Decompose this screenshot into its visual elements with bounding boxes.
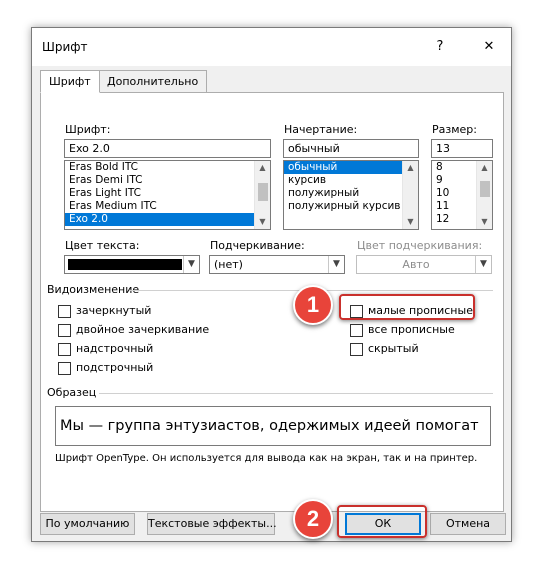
tab-font[interactable]: Шрифт <box>40 70 100 93</box>
underline-value: (нет) <box>214 258 243 271</box>
all-caps-label: все прописные <box>368 323 455 336</box>
list-item[interactable]: полужирный <box>284 187 418 200</box>
list-item[interactable]: полужирный курсив <box>284 200 418 213</box>
highlight-ok <box>337 505 427 538</box>
set-default-button[interactable]: По умолчанию <box>40 513 135 535</box>
all-caps-checkbox[interactable] <box>350 324 363 337</box>
close-icon[interactable]: ✕ <box>474 35 504 59</box>
superscript-checkbox[interactable] <box>58 343 71 356</box>
scroll-up-icon[interactable]: ▲ <box>255 161 270 175</box>
effects-section-label: Видоизменение <box>47 283 140 296</box>
help-icon[interactable]: ? <box>425 35 455 59</box>
double-strikethrough-label: двойное зачеркивание <box>76 323 210 336</box>
preview-section-label: Образец <box>47 386 97 399</box>
underline-color-combo[interactable]: Авто ▼ <box>356 255 492 274</box>
style-list[interactable]: обычный курсив полужирный полужирный кур… <box>283 160 419 230</box>
tab-advanced[interactable]: Дополнительно <box>98 70 208 93</box>
underline-color-value: Авто <box>402 258 430 271</box>
size-label: Размер: <box>432 123 477 136</box>
chevron-down-icon[interactable]: ▼ <box>183 256 199 273</box>
size-list-scrollbar[interactable]: ▲ ▼ <box>476 161 492 229</box>
superscript-label: надстрочный <box>76 342 154 355</box>
font-list-scrollbar[interactable]: ▲ ▼ <box>254 161 270 229</box>
scroll-up-icon[interactable]: ▲ <box>403 161 418 175</box>
list-item-selected[interactable]: Exo 2.0 <box>65 213 270 226</box>
cancel-button[interactable]: Отмена <box>430 513 506 535</box>
list-item[interactable]: Eras Demi ITC <box>65 174 270 187</box>
scroll-down-icon[interactable]: ▼ <box>403 215 418 229</box>
color-swatch <box>68 259 182 270</box>
text-color-label: Цвет текста: <box>65 239 140 252</box>
scroll-up-icon[interactable]: ▲ <box>477 161 492 175</box>
font-dialog: Шрифт ? ✕ Шрифт Дополнительно Шрифт: Exo… <box>31 27 512 542</box>
subscript-checkbox[interactable] <box>58 362 71 375</box>
subscript-label: подстрочный <box>76 361 154 374</box>
scroll-thumb[interactable] <box>258 183 268 201</box>
style-list-scrollbar[interactable]: ▲ ▼ <box>402 161 418 229</box>
chevron-down-icon[interactable]: ▼ <box>475 256 491 273</box>
size-list[interactable]: 8 9 10 11 12 ▲ ▼ <box>431 160 493 230</box>
title-bar: Шрифт ? ✕ <box>32 28 511 66</box>
font-label: Шрифт: <box>65 123 111 136</box>
text-effects-button[interactable]: Текстовые эффекты... <box>147 513 277 535</box>
step-badge-1: 1 <box>293 285 333 325</box>
font-name-input[interactable]: Exo 2.0 <box>64 139 271 158</box>
hidden-checkbox[interactable] <box>350 343 363 356</box>
list-item[interactable]: курсив <box>284 174 418 187</box>
underline-color-label: Цвет подчеркивания: <box>357 239 483 252</box>
list-item[interactable]: Eras Bold ITC <box>65 161 270 174</box>
list-item[interactable]: Eras Light ITC <box>65 187 270 200</box>
scroll-thumb[interactable] <box>480 181 490 197</box>
strikethrough-checkbox[interactable] <box>58 305 71 318</box>
highlight-small-caps <box>339 294 475 320</box>
underline-label: Подчеркивание: <box>210 239 305 252</box>
text-color-combo[interactable]: ▼ <box>64 255 200 274</box>
underline-combo[interactable]: (нет) ▼ <box>209 255 345 274</box>
dialog-title: Шрифт <box>42 40 88 54</box>
hidden-label: скрытый <box>368 342 419 355</box>
scroll-down-icon[interactable]: ▼ <box>477 215 492 229</box>
strikethrough-label: зачеркнутый <box>76 304 152 317</box>
size-input[interactable]: 13 <box>431 139 493 158</box>
preview-description: Шрифт OpenType. Он используется для выво… <box>55 453 478 464</box>
divider <box>99 393 493 394</box>
step-badge-2: 2 <box>293 499 333 539</box>
list-item-selected[interactable]: обычный <box>284 161 418 174</box>
chevron-down-icon[interactable]: ▼ <box>328 256 344 273</box>
list-item[interactable]: Eras Medium ITC <box>65 200 270 213</box>
scroll-down-icon[interactable]: ▼ <box>255 215 270 229</box>
style-label: Начертание: <box>284 123 358 136</box>
double-strikethrough-checkbox[interactable] <box>58 324 71 337</box>
preview-box: Мы — группа энтузиастов, одержимых идеей… <box>55 406 491 446</box>
font-list[interactable]: Eras Bold ITC Eras Demi ITC Eras Light I… <box>64 160 271 230</box>
style-input[interactable]: обычный <box>283 139 419 158</box>
